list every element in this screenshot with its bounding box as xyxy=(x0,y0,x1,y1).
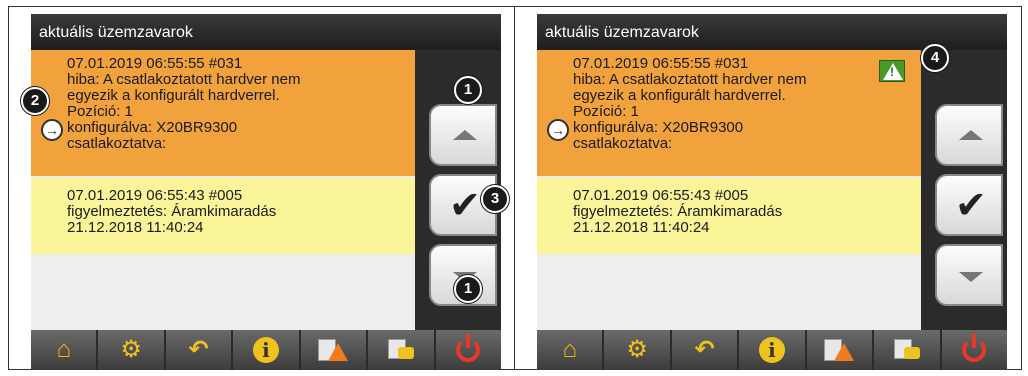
alarm-position: Pozíció: 1 xyxy=(67,103,133,120)
callout-badge: 1 xyxy=(454,76,482,104)
power-icon xyxy=(962,334,987,362)
checkmark-icon: ✔ xyxy=(449,185,481,227)
alarm-text: hiba: A csatlakoztatott hardver nem xyxy=(573,71,807,88)
bottom-toolbar: ⌂ ⚙ ↶ i xyxy=(31,330,501,370)
power-button[interactable] xyxy=(941,330,1007,370)
info-button[interactable]: i xyxy=(233,330,299,370)
alarm-timestamp: 21.12.2018 11:40:24 xyxy=(67,219,204,236)
settings-button[interactable]: ⚙ xyxy=(98,330,164,370)
alarms-button[interactable] xyxy=(806,330,873,370)
scroll-up-button[interactable] xyxy=(935,104,1003,166)
power-icon xyxy=(456,334,481,362)
alarm-item-error[interactable]: 07.01.2019 06:55:55 #031 hiba: A csatlak… xyxy=(31,50,415,176)
callout-badge: 4 xyxy=(921,44,949,72)
alarm-text: egyezik a konfigurált hardverrel. xyxy=(67,87,280,104)
arrow-right-icon: → xyxy=(41,119,63,141)
settings-button[interactable]: ⚙ xyxy=(604,330,670,370)
alarm-list[interactable]: 07.01.2019 06:55:55 #031 hiba: A csatlak… xyxy=(537,50,921,330)
hmi-screen-left: aktuális üzemzavarok 07.01.2019 06:55:55… xyxy=(31,14,501,370)
arrow-right-icon: → xyxy=(547,119,569,141)
bottom-toolbar: ⌂ ⚙ ↶ i xyxy=(537,330,1007,370)
alarm-timestamp: 07.01.2019 06:55:43 #005 xyxy=(67,187,243,204)
alarm-text: figyelmeztetés: Áramkimaradás xyxy=(573,203,783,220)
figure-divider xyxy=(514,6,515,370)
alarm-connected: csatlakoztatva: xyxy=(67,135,167,152)
back-arrow-icon: ↶ xyxy=(188,336,209,363)
callout-badge: 1 xyxy=(454,275,482,303)
alarm-connected: csatlakoztatva: xyxy=(573,135,673,152)
info-button[interactable]: i xyxy=(739,330,805,370)
alarm-text: figyelmeztetés: Áramkimaradás xyxy=(67,203,277,220)
info-icon: i xyxy=(758,337,785,363)
alarm-timestamp: 07.01.2019 06:55:55 #031 xyxy=(67,55,243,72)
home-icon: ⌂ xyxy=(562,336,577,363)
alarm-list-icon xyxy=(824,337,855,363)
acknowledge-button[interactable]: ✔ xyxy=(935,174,1003,236)
alarm-list[interactable]: 07.01.2019 06:55:55 #031 hiba: A csatlak… xyxy=(31,50,415,330)
gears-icon: ⚙ xyxy=(120,336,142,363)
edit-document-icon xyxy=(386,337,416,363)
edit-document-icon xyxy=(892,337,922,363)
acknowledged-flag-icon: ! xyxy=(879,60,905,82)
screen-title: aktuális üzemzavarok xyxy=(31,14,501,50)
scroll-down-button[interactable] xyxy=(935,244,1003,306)
edit-button[interactable] xyxy=(368,330,434,370)
alarm-timestamp: 21.12.2018 11:40:24 xyxy=(573,219,710,236)
alarm-item-error[interactable]: 07.01.2019 06:55:55 #031 hiba: A csatlak… xyxy=(537,50,921,176)
alarm-position: Pozíció: 1 xyxy=(573,103,639,120)
info-icon: i xyxy=(252,337,279,363)
triangle-up-icon xyxy=(959,130,983,140)
alarm-text: egyezik a konfigurált hardverrel. xyxy=(573,87,786,104)
alarm-configured: konfigurálva: X20BR9300 xyxy=(573,119,744,136)
home-icon: ⌂ xyxy=(56,336,71,363)
back-arrow-icon: ↶ xyxy=(694,336,715,363)
checkmark-icon: ✔ xyxy=(955,185,987,227)
edit-button[interactable] xyxy=(874,330,940,370)
back-button[interactable]: ↶ xyxy=(165,330,232,370)
alarm-item-warning[interactable]: 07.01.2019 06:55:43 #005 figyelmeztetés:… xyxy=(31,178,415,254)
alarm-timestamp: 07.01.2019 06:55:43 #005 xyxy=(573,187,749,204)
callout-badge: 2 xyxy=(21,87,49,115)
home-button[interactable]: ⌂ xyxy=(31,330,97,370)
alarm-timestamp: 07.01.2019 06:55:55 #031 xyxy=(573,55,749,72)
callout-badge: 3 xyxy=(481,185,509,213)
alarm-list-icon xyxy=(318,337,349,363)
triangle-up-icon xyxy=(453,130,477,140)
alarm-text: hiba: A csatlakoztatott hardver nem xyxy=(67,71,301,88)
gears-icon: ⚙ xyxy=(626,336,648,363)
scroll-up-button[interactable] xyxy=(429,104,497,166)
home-button[interactable]: ⌂ xyxy=(537,330,603,370)
power-button[interactable] xyxy=(435,330,501,370)
alarm-configured: konfigurálva: X20BR9300 xyxy=(67,119,238,136)
alarms-button[interactable] xyxy=(300,330,367,370)
alarm-item-warning[interactable]: 07.01.2019 06:55:43 #005 figyelmeztetés:… xyxy=(537,178,921,254)
triangle-down-icon xyxy=(959,272,983,282)
back-button[interactable]: ↶ xyxy=(671,330,738,370)
